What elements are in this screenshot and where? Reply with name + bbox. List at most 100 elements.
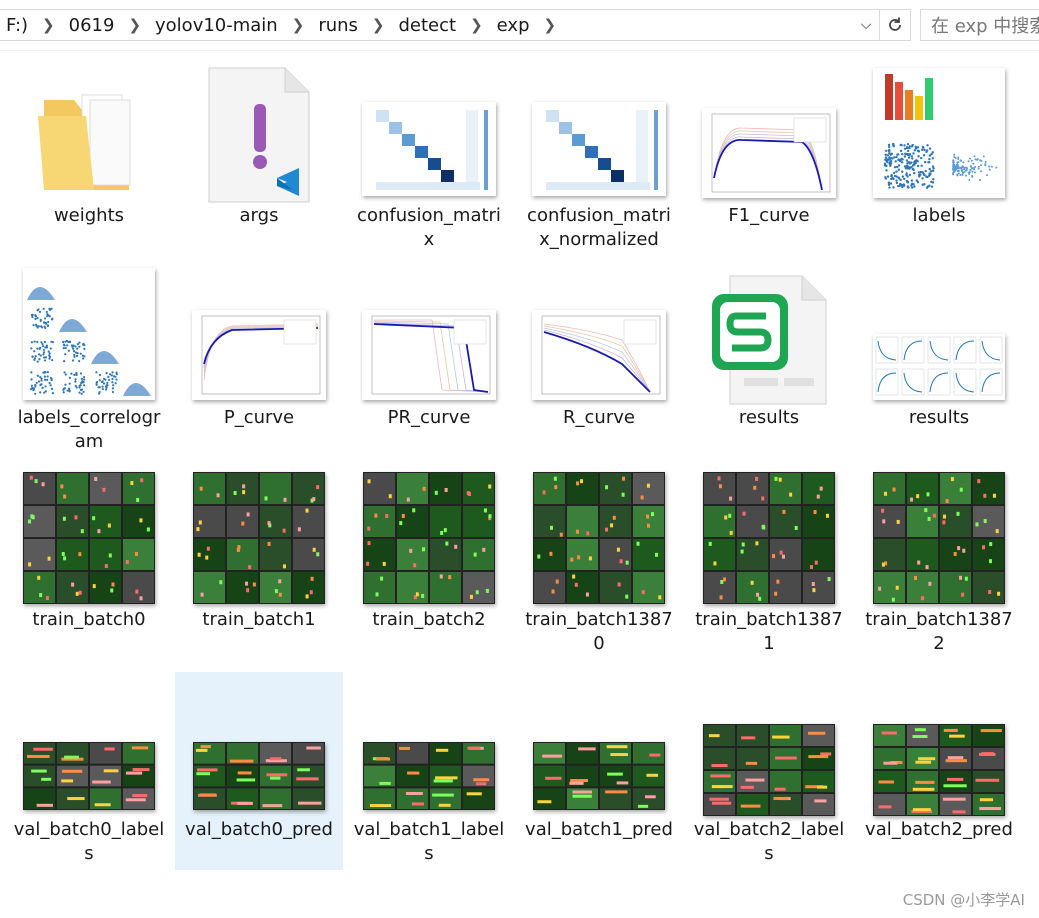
file-thumbnail (345, 58, 513, 204)
file-item[interactable]: PR_curve (345, 260, 513, 450)
file-item[interactable]: val_batch1_pred (515, 672, 683, 870)
file-name: labels (912, 205, 966, 226)
confusion-thumbnail-icon (362, 102, 496, 196)
file-name: P_curve (223, 407, 295, 428)
watermark: CSDN @小李学AI (902, 891, 1025, 909)
batch-wide-thumbnail-icon (193, 742, 325, 810)
file-name: R_curve (563, 407, 635, 428)
file-item[interactable]: val_batch2_labels (685, 672, 853, 870)
file-thumbnail (345, 462, 513, 608)
file-item[interactable]: val_batch0_labels (5, 672, 173, 870)
file-item[interactable]: confusion_matrix_normalized (515, 58, 683, 250)
file-name: train_batch2 (372, 609, 486, 630)
batch-square-thumbnail-icon (533, 472, 665, 604)
search-input[interactable]: 在 exp 中搜索 (920, 9, 1039, 41)
curve-thumbnail-icon (702, 108, 836, 198)
history-dropdown-icon[interactable]: ⌵ (853, 10, 879, 40)
file-thumbnail (515, 462, 683, 608)
file-item[interactable]: labels_correlogram (5, 260, 173, 452)
spreadsheet-thumbnail-icon (710, 274, 828, 406)
folder-thumbnail-icon (34, 80, 144, 200)
breadcrumb-item[interactable]: runs (312, 15, 364, 36)
file-name: train_batch0 (32, 609, 146, 630)
file-name: train_batch13870 (525, 609, 673, 654)
file-thumbnail (5, 462, 173, 608)
address-bar[interactable]: F:) ❯ 0619 ❯ yolov10-main ❯ runs ❯ detec… (0, 9, 911, 41)
file-thumbnail (855, 260, 1023, 406)
chevron-right-icon[interactable]: ❯ (364, 16, 393, 34)
breadcrumb-drive[interactable]: F:) (0, 15, 34, 36)
file-thumbnail (515, 260, 683, 406)
file-thumbnail (175, 58, 343, 204)
file-name: train_batch1 (202, 609, 316, 630)
breadcrumb-item[interactable]: yolov10-main (149, 15, 284, 36)
batch-square-thumbnail-icon (873, 472, 1005, 604)
file-item[interactable]: confusion_matrix (345, 58, 513, 250)
search-placeholder: 在 exp 中搜索 (931, 16, 1039, 37)
curve-thumbnail-icon (192, 310, 326, 400)
file-thumbnail (855, 58, 1023, 204)
file-thumbnail (175, 260, 343, 406)
file-item[interactable]: R_curve (515, 260, 683, 450)
file-thumbnail (345, 672, 513, 818)
file-thumbnail (5, 58, 173, 204)
file-item[interactable]: train_batch13871 (685, 462, 853, 654)
file-name: val_batch1_pred (525, 819, 673, 840)
breadcrumb-item[interactable]: exp (491, 15, 536, 36)
confusion-thumbnail-icon (532, 102, 666, 196)
batch-wide-thumbnail-icon (703, 724, 835, 816)
batch-wide-thumbnail-icon (533, 742, 665, 810)
batch-square-thumbnail-icon (23, 472, 155, 604)
file-item[interactable]: args (175, 58, 343, 248)
file-item[interactable]: train_batch13872 (855, 462, 1023, 654)
file-name: val_batch1_labels (353, 819, 505, 864)
batch-wide-thumbnail-icon (873, 724, 1005, 816)
file-thumbnail (175, 672, 343, 818)
file-thumbnail (685, 58, 853, 204)
file-item[interactable]: val_batch2_pred (855, 672, 1023, 870)
file-item[interactable]: train_batch13870 (515, 462, 683, 654)
chevron-right-icon[interactable]: ❯ (536, 16, 565, 34)
address-toolbar: F:) ❯ 0619 ❯ yolov10-main ❯ runs ❯ detec… (0, 0, 1039, 51)
file-item[interactable]: weights (5, 58, 173, 248)
file-thumbnail (5, 260, 173, 406)
chevron-right-icon[interactable]: ❯ (120, 16, 149, 34)
file-item[interactable]: results (685, 260, 853, 450)
curve-thumbnail-icon (532, 310, 666, 400)
file-item[interactable]: val_batch1_labels (345, 672, 513, 870)
file-item[interactable]: F1_curve (685, 58, 853, 248)
chevron-right-icon[interactable]: ❯ (284, 16, 313, 34)
file-item[interactable]: val_batch0_pred (175, 672, 343, 870)
chevron-right-icon[interactable]: ❯ (462, 16, 491, 34)
file-name: results (908, 407, 970, 428)
pr-curve-thumbnail-icon (362, 310, 496, 400)
file-name: F1_curve (728, 205, 810, 226)
file-name: val_batch0_pred (185, 819, 333, 840)
file-name: val_batch2_pred (865, 819, 1013, 840)
file-item[interactable]: P_curve (175, 260, 343, 450)
file-name: PR_curve (387, 407, 471, 428)
file-thumbnail (685, 672, 853, 818)
file-thumbnail (515, 672, 683, 818)
file-thumbnail (855, 672, 1023, 818)
file-name: train_batch13872 (865, 609, 1013, 654)
results-plot-thumbnail-icon (873, 334, 1005, 400)
chevron-right-icon[interactable]: ❯ (34, 16, 63, 34)
file-name: results (738, 407, 800, 428)
file-item[interactable]: results (855, 260, 1023, 450)
file-thumbnail (175, 462, 343, 608)
file-item[interactable]: train_batch2 (345, 462, 513, 652)
file-name: weights (53, 205, 125, 226)
file-thumbnail (515, 58, 683, 204)
batch-square-thumbnail-icon (703, 472, 835, 604)
file-thumbnail (685, 462, 853, 608)
batch-wide-thumbnail-icon (363, 742, 495, 810)
breadcrumb-item[interactable]: 0619 (63, 15, 121, 36)
breadcrumb-item[interactable]: detect (393, 15, 463, 36)
refresh-icon[interactable] (879, 10, 910, 40)
batch-square-thumbnail-icon (193, 472, 325, 604)
file-item[interactable]: train_batch0 (5, 462, 173, 652)
file-item[interactable]: labels (855, 58, 1023, 248)
file-item[interactable]: train_batch1 (175, 462, 343, 652)
file-name: confusion_matrix (357, 205, 501, 250)
